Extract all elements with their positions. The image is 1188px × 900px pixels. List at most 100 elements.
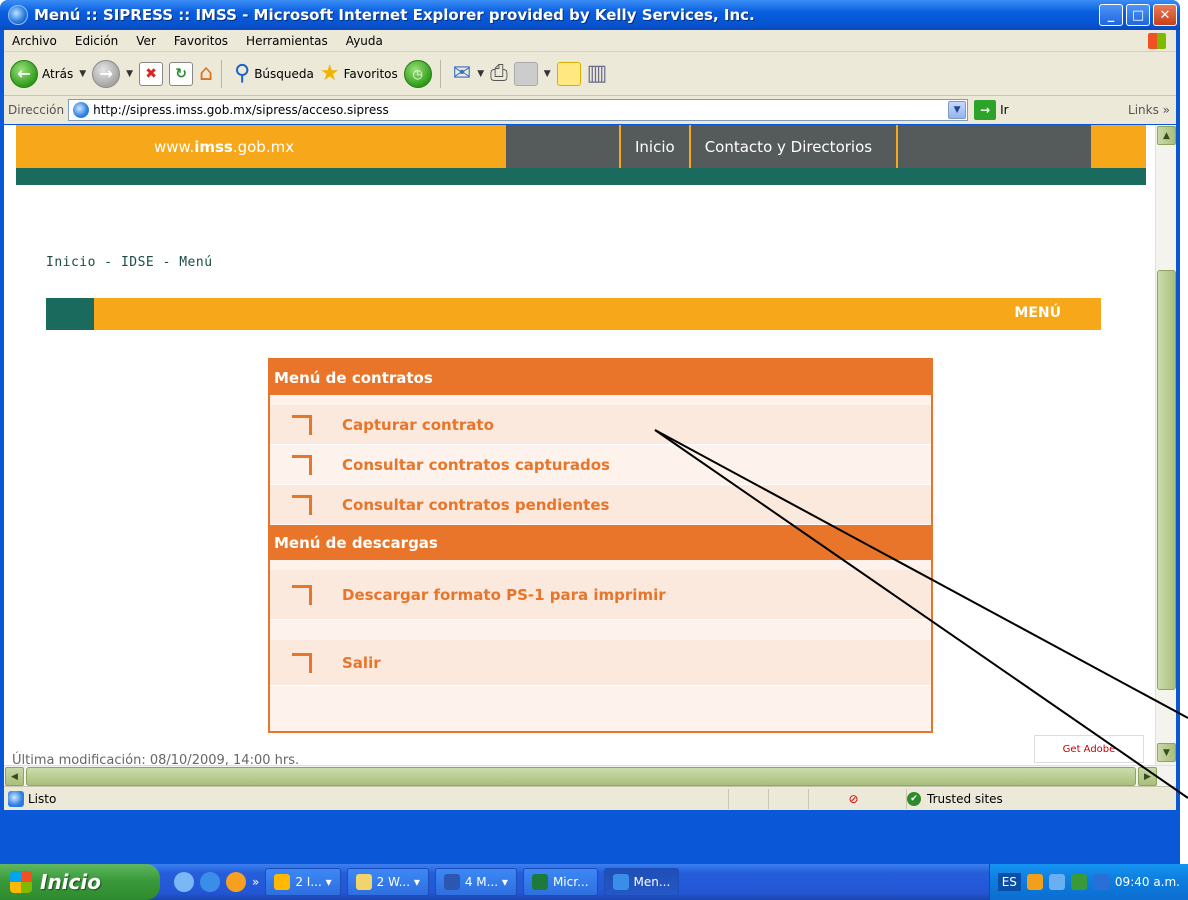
menu-archivo[interactable]: Archivo [4, 34, 67, 48]
menu-link[interactable]: Consultar contratos capturados [342, 456, 610, 474]
address-field[interactable]: http://sipress.imss.gob.mx/sipress/acces… [68, 99, 969, 121]
home-icon: ⌂ [199, 60, 214, 86]
menu-item-salir[interactable]: Salir [270, 640, 931, 686]
menu-item-consultar-pendientes[interactable]: Consultar contratos pendientes [270, 485, 931, 525]
address-bar: Dirección http://sipress.imss.gob.mx/sip… [4, 96, 1176, 124]
menu-panel: Menú de contratos Capturar contrato Cons… [268, 358, 933, 733]
task-button[interactable]: 2 I... ▾ [265, 868, 341, 896]
tray-icon[interactable] [1070, 874, 1087, 890]
vertical-scroll-thumb[interactable] [1157, 270, 1176, 690]
desktop-icon[interactable] [174, 872, 194, 892]
stop-button[interactable]: ✖ [139, 61, 164, 86]
notes-button[interactable] [556, 61, 581, 86]
trusted-check-icon: ✔ [907, 791, 921, 806]
internet-explorer-icon [612, 874, 629, 890]
internet-explorer-icon[interactable] [200, 872, 220, 892]
favorites-label: Favoritos [343, 66, 398, 81]
links-label: Links [1128, 103, 1159, 117]
breadcrumb[interactable]: Inicio - IDSE - Menú [46, 255, 213, 270]
search-button[interactable]: ⚲ Búsqueda [234, 61, 314, 86]
more-icon[interactable]: » [252, 875, 259, 889]
task-label: 2 I... [295, 875, 322, 889]
minimize-button[interactable]: _ [1099, 4, 1123, 26]
task-label: Micr... [552, 875, 589, 889]
nav-inicio[interactable]: Inicio [619, 125, 689, 168]
title-bar[interactable]: Menú :: SIPRESS :: IMSS - Microsoft Inte… [0, 0, 1180, 30]
menu-link[interactable]: Salir [342, 654, 381, 672]
site-domain[interactable]: www. imss .gob.mx [16, 125, 506, 168]
research-button[interactable]: ▥ [587, 61, 608, 86]
history-button[interactable]: ◷ [403, 59, 432, 88]
address-dropdown-icon[interactable]: ▼ [948, 101, 967, 119]
windows-flag-icon [10, 871, 32, 893]
site-nav: Inicio Contacto y Directorios [506, 125, 1091, 168]
back-button[interactable]: ← Atrás ▼ [10, 59, 86, 88]
section-title: Menú de descargas [270, 525, 931, 560]
menu-herramientas[interactable]: Herramientas [238, 34, 338, 48]
back-dropdown-icon[interactable]: ▼ [79, 69, 86, 79]
domain-suffix: .gob.mx [232, 137, 295, 156]
favorites-button[interactable]: ★ Favoritos [319, 60, 398, 86]
star-icon: ★ [319, 60, 340, 86]
refresh-button[interactable]: ↻ [169, 61, 194, 86]
go-button[interactable]: → Ir [974, 100, 1009, 120]
menu-ver[interactable]: Ver [128, 34, 166, 48]
forward-dropdown-icon[interactable]: ▼ [126, 69, 133, 79]
close-button[interactable]: ✕ [1153, 4, 1177, 26]
tray-icon[interactable] [1026, 874, 1043, 890]
menu-link[interactable]: Consultar contratos pendientes [342, 496, 609, 514]
tray-icon[interactable] [1092, 874, 1109, 890]
horizontal-scroll-thumb[interactable] [26, 767, 1136, 786]
window-title: Menú :: SIPRESS :: IMSS - Microsoft Inte… [34, 6, 755, 24]
scroll-left-icon[interactable]: ◀ [5, 767, 24, 786]
forward-button[interactable]: → ▼ [92, 59, 133, 88]
tray-icon[interactable] [1048, 874, 1065, 890]
language-indicator[interactable]: ES [997, 873, 1021, 891]
mail-button[interactable]: ✉ ▼ [453, 61, 484, 86]
toolbar-separator [221, 59, 223, 88]
last-modified: Última modificación: 08/10/2009, 14:00 h… [12, 753, 300, 765]
address-url[interactable]: http://sipress.imss.gob.mx/sipress/acces… [93, 103, 948, 117]
windows-logo-icon [1148, 32, 1166, 49]
app-icon[interactable] [226, 872, 246, 892]
menu-item-consultar-capturados[interactable]: Consultar contratos capturados [270, 445, 931, 485]
adobe-badge[interactable]: Get Adobe [1034, 735, 1144, 763]
security-zone[interactable]: ✔ Trusted sites [906, 788, 1003, 809]
edit-dropdown-icon[interactable]: ▼ [544, 69, 551, 79]
vertical-scrollbar[interactable]: ▲ ▼ [1155, 125, 1176, 765]
scroll-right-icon[interactable]: ▶ [1138, 767, 1157, 786]
menu-ayuda[interactable]: Ayuda [338, 34, 393, 48]
taskbar: Inicio » 2 I... ▾ 2 W... ▾ 4 M... ▾ Micr… [0, 864, 1188, 900]
menu-link[interactable]: Capturar contrato [342, 416, 494, 434]
task-label: 4 M... [464, 875, 499, 889]
sticky-note-icon [556, 61, 581, 86]
links-toolbar[interactable]: Links » [1128, 103, 1170, 117]
horizontal-scrollbar[interactable]: ◀ ▶ [4, 765, 1176, 786]
task-button[interactable]: Micr... [522, 868, 598, 896]
nav-contacto[interactable]: Contacto y Directorios [688, 125, 899, 168]
home-button[interactable]: ⌂ [199, 60, 214, 86]
scroll-down-icon[interactable]: ▼ [1157, 743, 1176, 762]
maximize-button[interactable]: □ [1126, 4, 1150, 26]
menu-favoritos[interactable]: Favoritos [166, 34, 238, 48]
menu-item-capturar[interactable]: Capturar contrato [270, 405, 931, 445]
menu-edicion[interactable]: Edición [67, 34, 128, 48]
menu-link[interactable]: Descargar formato PS-1 para imprimir [342, 586, 666, 604]
start-label: Inicio [40, 870, 101, 894]
task-button[interactable]: 4 M... ▾ [434, 868, 517, 896]
clock: 09:40 a.m. [1114, 875, 1180, 889]
band-title: MENÚ [1014, 305, 1061, 321]
scroll-up-icon[interactable]: ▲ [1157, 126, 1176, 145]
status-cell: ⊘ [808, 788, 898, 809]
menu-item-descargar[interactable]: Descargar formato PS-1 para imprimir [270, 570, 931, 620]
task-button[interactable]: 2 W... ▾ [346, 868, 429, 896]
section-title: Menú de contratos [270, 360, 931, 395]
task-label: Men... [633, 875, 671, 889]
start-button[interactable]: Inicio [0, 864, 160, 900]
print-button[interactable]: ⎙ [490, 61, 508, 86]
popup-blocked-icon[interactable]: ⊘ [848, 792, 858, 806]
mail-dropdown-icon[interactable]: ▼ [477, 69, 484, 79]
task-button[interactable]: Men... [603, 868, 680, 896]
edit-button[interactable]: ▼ [513, 61, 551, 86]
